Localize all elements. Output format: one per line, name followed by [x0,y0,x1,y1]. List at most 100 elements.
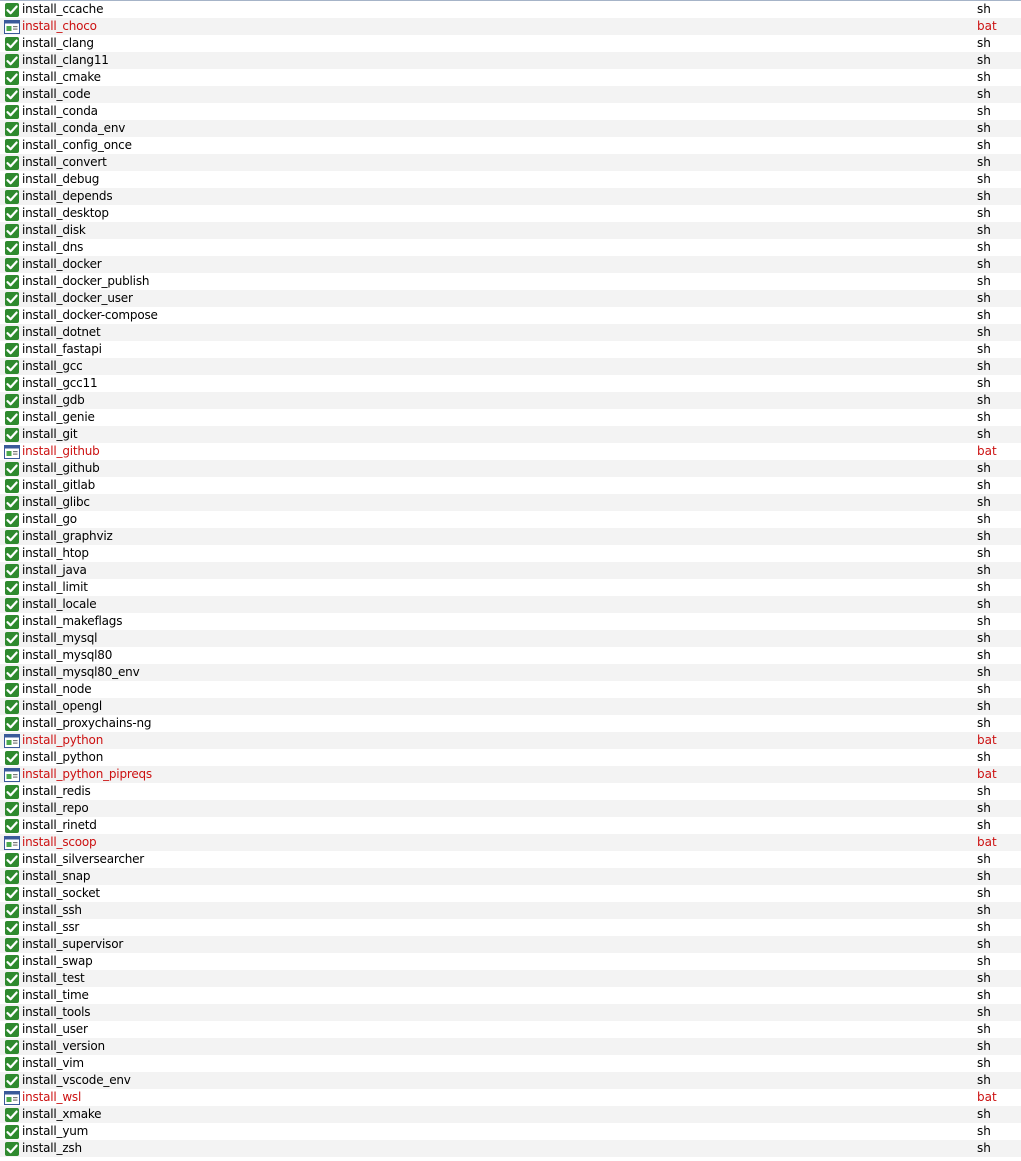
file-row[interactable]: install_vscode_env sh [0,1072,1021,1089]
file-row[interactable]: install_fastapi sh [0,341,1021,358]
file-row[interactable]: install_rinetd sh [0,817,1021,834]
file-row[interactable]: install_dns sh [0,239,1021,256]
file-row[interactable]: install_wsl bat [0,1089,1021,1106]
file-row[interactable]: install_version sh [0,1038,1021,1055]
file-type: sh [977,546,991,560]
file-name: install_convert [22,155,107,169]
sh-script-icon [4,240,20,256]
file-name: install_code [22,87,91,101]
file-row[interactable]: install_conda sh [0,103,1021,120]
file-row[interactable]: install_clang11 sh [0,52,1021,69]
file-row[interactable]: install_dotnet sh [0,324,1021,341]
file-row[interactable]: install_socket sh [0,885,1021,902]
file-row[interactable]: install_go sh [0,511,1021,528]
file-row[interactable]: install_time sh [0,987,1021,1004]
file-row[interactable]: install_mysql80 sh [0,647,1021,664]
file-name: install_node [22,682,92,696]
file-name: install_repo [22,801,89,815]
file-row[interactable]: install_mysql80_env sh [0,664,1021,681]
file-row[interactable]: install_java sh [0,562,1021,579]
file-row[interactable]: install_makeflags sh [0,613,1021,630]
file-row[interactable]: install_choco bat [0,18,1021,35]
file-row[interactable]: install_gcc sh [0,358,1021,375]
file-row[interactable]: install_swap sh [0,953,1021,970]
file-row[interactable]: install_snap sh [0,868,1021,885]
file-row[interactable]: install_gcc11 sh [0,375,1021,392]
file-row[interactable]: install_repo sh [0,800,1021,817]
sh-script-icon [4,461,20,477]
file-row[interactable]: install_zsh sh [0,1140,1021,1157]
file-name: install_silversearcher [22,852,145,866]
file-row[interactable]: install_desktop sh [0,205,1021,222]
file-row[interactable]: install_glibc sh [0,494,1021,511]
file-row[interactable]: install_depends sh [0,188,1021,205]
sh-script-icon [4,53,20,69]
file-row[interactable]: install_docker_user sh [0,290,1021,307]
file-row[interactable]: install_ssh sh [0,902,1021,919]
file-row[interactable]: install_proxychains-ng sh [0,715,1021,732]
file-row[interactable]: install_node sh [0,681,1021,698]
sh-script-icon [4,155,20,171]
file-row[interactable]: install_code sh [0,86,1021,103]
file-row[interactable]: install_github sh [0,460,1021,477]
sh-script-icon [4,206,20,222]
file-row[interactable]: install_config_once sh [0,137,1021,154]
file-row[interactable]: install_convert sh [0,154,1021,171]
file-name: install_socket [22,886,100,900]
file-row[interactable]: install_docker-compose sh [0,307,1021,324]
file-name: install_locale [22,597,97,611]
sh-script-icon [4,852,20,868]
file-row[interactable]: install_disk sh [0,222,1021,239]
file-row[interactable]: install_gitlab sh [0,477,1021,494]
file-row[interactable]: install_docker sh [0,256,1021,273]
sh-script-icon [4,172,20,188]
file-name: install_fastapi [22,342,102,356]
file-row[interactable]: install_limit sh [0,579,1021,596]
file-row[interactable]: install_yum sh [0,1123,1021,1140]
file-row[interactable]: install_python bat [0,732,1021,749]
file-row[interactable]: install_scoop bat [0,834,1021,851]
file-row[interactable]: install_tools sh [0,1004,1021,1021]
file-row[interactable]: install_redis sh [0,783,1021,800]
file-row[interactable]: install_python sh [0,749,1021,766]
file-row[interactable]: install_python_pipreqs bat [0,766,1021,783]
file-type: bat [977,1090,997,1104]
file-row[interactable]: install_ssr sh [0,919,1021,936]
file-row[interactable]: install_graphviz sh [0,528,1021,545]
file-row[interactable]: install_conda_env sh [0,120,1021,137]
file-row[interactable]: install_opengl sh [0,698,1021,715]
sh-script-icon [4,70,20,86]
file-row[interactable]: install_git sh [0,426,1021,443]
file-row[interactable]: install_supervisor sh [0,936,1021,953]
file-row[interactable]: install_genie sh [0,409,1021,426]
file-row[interactable]: install_silversearcher sh [0,851,1021,868]
file-row[interactable]: install_htop sh [0,545,1021,562]
sh-script-icon [4,291,20,307]
file-row[interactable]: install_mysql sh [0,630,1021,647]
file-name: install_yum [22,1124,89,1138]
file-row[interactable]: install_vim sh [0,1055,1021,1072]
sh-script-icon [4,274,20,290]
file-row[interactable]: install_ccache sh [0,1,1021,18]
sh-script-icon [4,869,20,885]
file-row[interactable]: install_debug sh [0,171,1021,188]
file-name: install_debug [22,172,100,186]
sh-script-icon [4,87,20,103]
file-name: install_tools [22,1005,91,1019]
file-row[interactable]: install_cmake sh [0,69,1021,86]
file-type: sh [977,274,991,288]
file-row[interactable]: install_docker_publish sh [0,273,1021,290]
file-row[interactable]: install_locale sh [0,596,1021,613]
file-name: install_conda_env [22,121,126,135]
file-row[interactable]: install_xmake sh [0,1106,1021,1123]
file-type: sh [977,1107,991,1121]
file-row[interactable]: install_github bat [0,443,1021,460]
sh-script-icon [4,784,20,800]
file-row[interactable]: install_test sh [0,970,1021,987]
file-row[interactable]: install_clang sh [0,35,1021,52]
sh-script-icon [4,1022,20,1038]
file-row[interactable]: install_gdb sh [0,392,1021,409]
file-name: install_gitlab [22,478,96,492]
file-list: install_ccache sh install_choco bat install_… [0,0,1021,1161]
file-row[interactable]: install_user sh [0,1021,1021,1038]
